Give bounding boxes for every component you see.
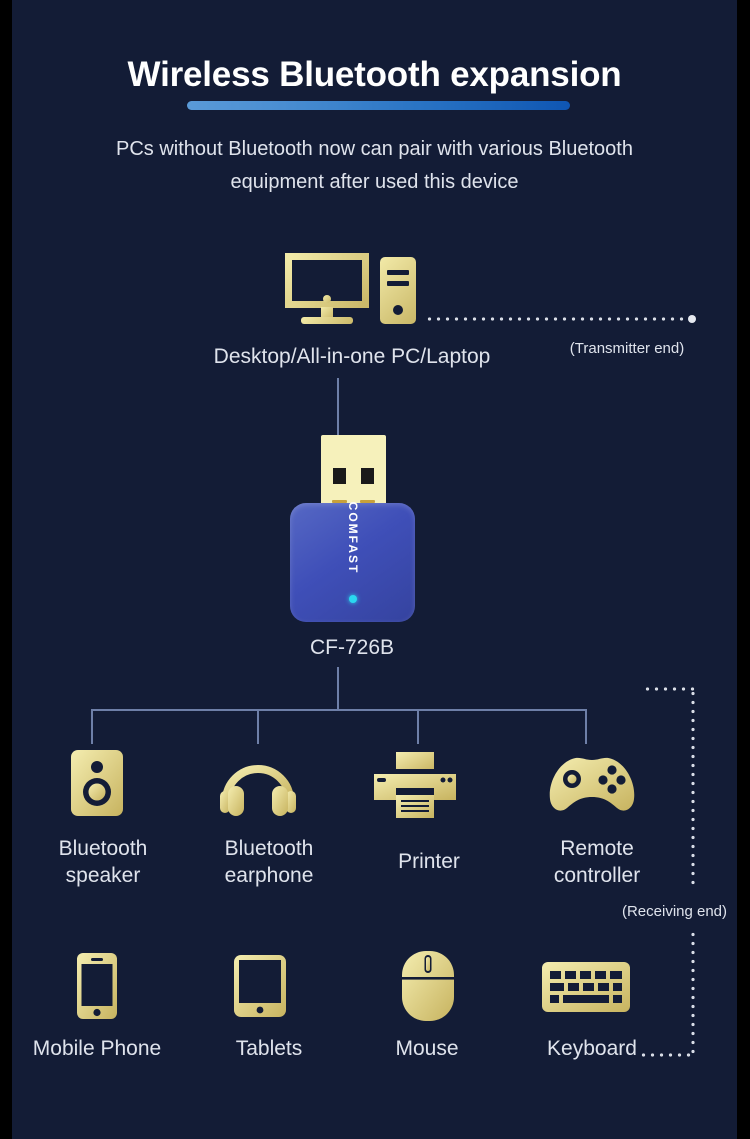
usb-contact-slot-1 — [333, 468, 346, 484]
tablets-label-line-1: Tablets — [235, 1037, 303, 1060]
tower-slot-1 — [387, 270, 409, 275]
device-model-label: CF-726B — [309, 636, 395, 659]
monitor-stand-base — [301, 317, 353, 324]
tablets-label: Tablets — [184, 1035, 354, 1062]
keyboard-label-line-1: Keyboard — [547, 1037, 637, 1060]
tower-slot-2 — [387, 281, 409, 286]
receiving-end-label: (Receiving end) — [621, 903, 728, 920]
mouse-label: Mouse — [342, 1035, 512, 1062]
mobile-phone-label: Mobile Phone — [12, 1035, 182, 1062]
speaker-label-line-2: speaker — [65, 864, 141, 887]
bluetooth-speaker-icon — [65, 750, 129, 816]
dongle-housing: COMFAST — [290, 501, 415, 622]
connector-dongle-stem — [337, 667, 339, 710]
mobile-phone-icon — [77, 953, 117, 1019]
keyboard-label: Keyboard — [507, 1035, 677, 1062]
controller-label-line-1: Remote — [560, 837, 634, 860]
subtitle-line-1: PCs without Bluetooth now can pair with … — [116, 138, 633, 160]
receiving-bracket-right-upper — [691, 689, 695, 885]
earphone-label-line-1: Bluetooth — [224, 837, 314, 860]
page-subtitle: PCs without Bluetooth now can pair with … — [62, 133, 687, 199]
mouse-icon — [402, 951, 454, 1021]
mouse-label-line-1: Mouse — [395, 1037, 459, 1060]
connector-pc-to-dongle — [337, 378, 339, 435]
transmitter-dotted-line — [425, 317, 690, 321]
receiving-bracket-right-lower — [691, 930, 695, 1058]
controller-label-line-2: controller — [553, 864, 641, 887]
connector-drop-earphone — [257, 709, 259, 744]
tower-power-button — [393, 305, 403, 315]
bluetooth-earphone-label: Bluetooth earphone — [184, 835, 354, 889]
earphone-label-line-2: earphone — [224, 864, 314, 887]
desktop-computer-icon — [285, 253, 416, 324]
transmitter-endpoint-dot — [688, 315, 696, 323]
printer-label: Printer — [344, 848, 514, 875]
speaker-label-line-1: Bluetooth — [58, 837, 148, 860]
source-device-label: Desktop/All-in-one PC/Laptop — [213, 345, 491, 368]
monitor-indicator-dot — [323, 295, 331, 303]
game-controller-icon — [546, 757, 638, 813]
transmitter-end-label: (Transmitter end) — [569, 340, 685, 357]
phone-label-line-1: Mobile Phone — [32, 1037, 162, 1060]
printer-label-line-1: Printer — [398, 850, 460, 873]
keyboard-icon — [542, 962, 630, 1012]
usb-bluetooth-dongle-icon: COMFAST — [290, 435, 415, 622]
usb-contact-slot-2 — [361, 468, 374, 484]
receiving-bracket-top — [643, 687, 695, 691]
product-infographic-page: Wireless Bluetooth expansion PCs without… — [12, 0, 737, 1139]
connector-drop-speaker — [91, 709, 93, 744]
tablet-icon — [234, 955, 286, 1017]
title-accent-bar — [187, 101, 570, 110]
page-title: Wireless Bluetooth expansion — [127, 55, 622, 94]
connector-drop-printer — [417, 709, 419, 744]
printer-icon — [374, 752, 456, 818]
bluetooth-speaker-label: Bluetooth speaker — [18, 835, 188, 889]
dongle-brand-logo: COMFAST — [345, 501, 360, 575]
connector-horizontal-bus — [91, 709, 586, 711]
subtitle-line-2: equipment after used this device — [230, 171, 519, 193]
remote-controller-label: Remote controller — [512, 835, 682, 889]
bluetooth-headphone-icon — [219, 755, 297, 817]
connector-drop-controller — [585, 709, 587, 744]
power-led-indicator — [349, 595, 357, 603]
